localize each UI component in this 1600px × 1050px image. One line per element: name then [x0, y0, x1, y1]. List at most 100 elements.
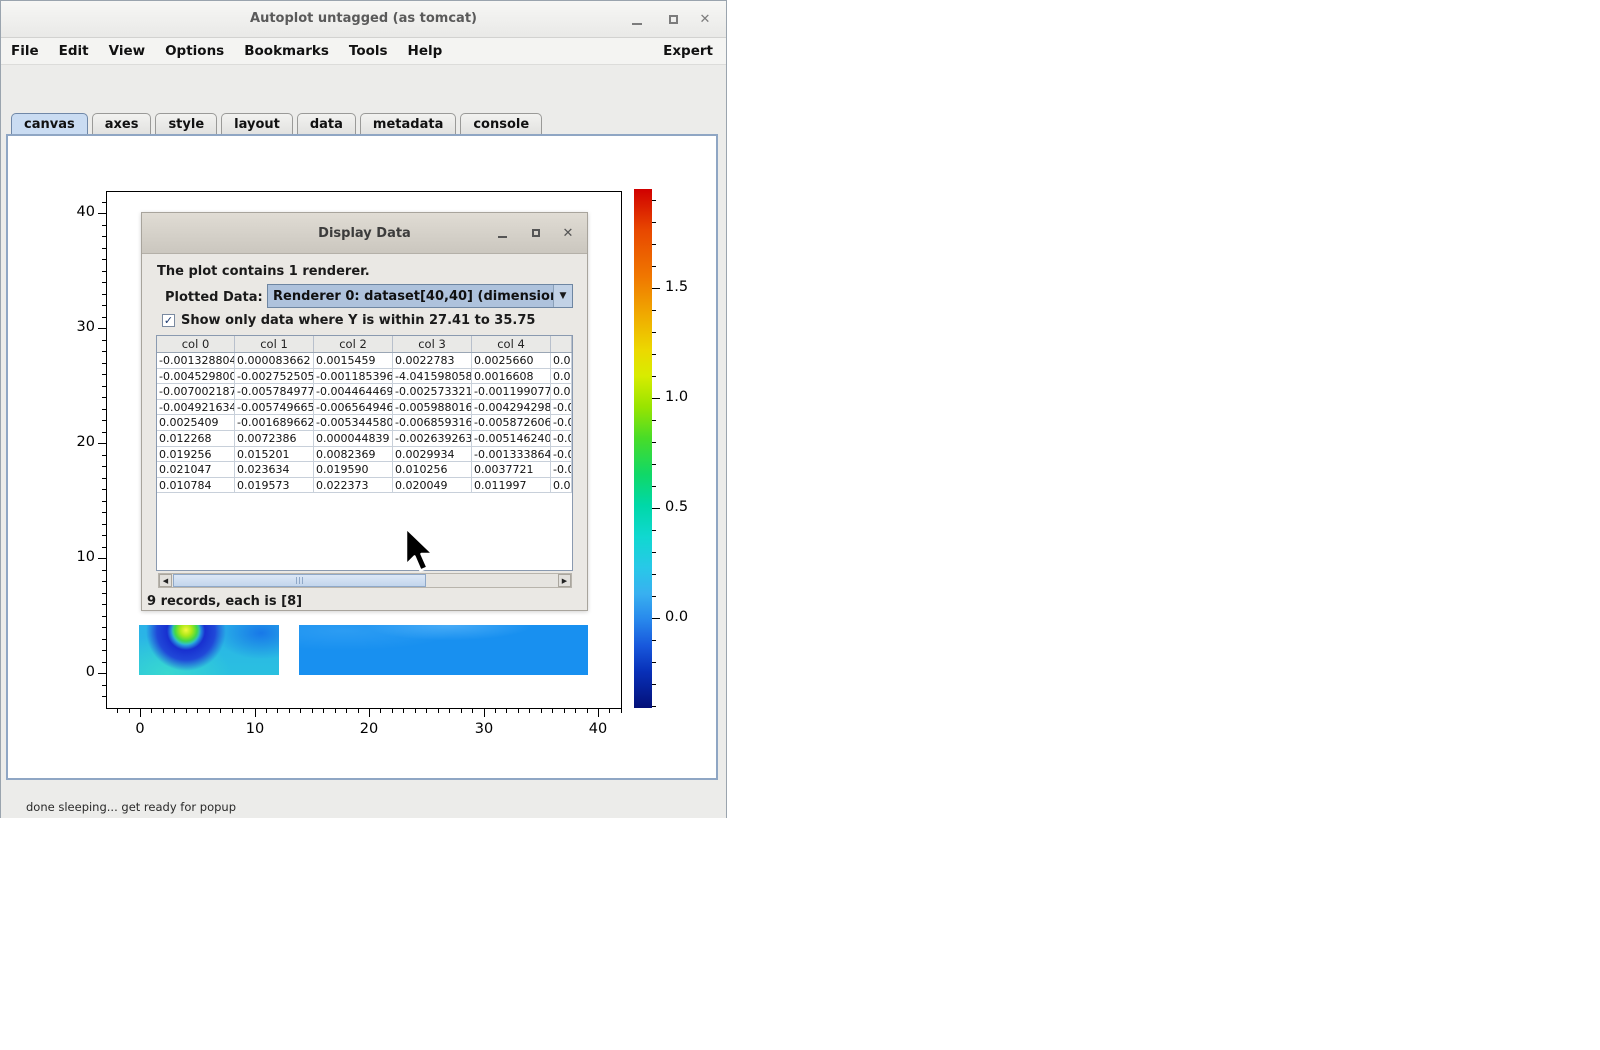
table-row[interactable]: 0.0210470.0236340.0195900.0102560.003772… [157, 462, 572, 478]
table-cell[interactable]: -0.005749665... [235, 400, 314, 415]
table-cell[interactable]: 0.022373 [314, 478, 393, 493]
table-row[interactable]: 0.0107840.0195730.0223730.0200490.011997… [157, 478, 572, 494]
table-cell[interactable]: -0.001333864... [472, 447, 551, 462]
dialog-minimize-button[interactable] [492, 224, 512, 242]
table-cell[interactable]: 0.00 [551, 384, 572, 399]
menu-bookmarks[interactable]: Bookmarks [234, 43, 339, 59]
table-cell[interactable]: -0.004529800... [157, 369, 235, 384]
table-header-cell[interactable]: col 0 [157, 336, 235, 352]
table-cell[interactable]: -0.002639263... [393, 431, 472, 446]
table-cell[interactable]: 0.023634 [235, 462, 314, 477]
tab-canvas[interactable]: canvas [11, 113, 88, 134]
combobox-arrow-button[interactable]: ▼ [553, 285, 572, 307]
table-row[interactable]: -0.001328804...0.0000836620.00154590.002… [157, 353, 572, 369]
table-cell[interactable]: -0.007002187... [157, 384, 235, 399]
table-cell[interactable]: 0.010784 [157, 478, 235, 493]
table-cell[interactable]: 0.0015459 [314, 353, 393, 368]
menu-file[interactable]: File [1, 43, 49, 59]
table-cell[interactable]: -0.005146240... [472, 431, 551, 446]
menu-edit[interactable]: Edit [49, 43, 99, 59]
table-header-cell[interactable]: col 3 [393, 336, 472, 352]
table-cell[interactable]: -0.006564946... [314, 400, 393, 415]
colorbar[interactable] [634, 189, 652, 708]
table-cell[interactable]: 0.000044839 [314, 431, 393, 446]
table-cell[interactable]: -0.0 [551, 415, 572, 430]
table-cell[interactable]: 0.000083662 [235, 353, 314, 368]
table-header-cell[interactable]: col 4 [472, 336, 551, 352]
menu-expert[interactable]: Expert [650, 43, 726, 59]
table-cell[interactable]: 0.019256 [157, 447, 235, 462]
scrollbar-left-button[interactable]: ◀ [159, 574, 172, 587]
tab-layout[interactable]: layout [221, 113, 293, 134]
table-cell[interactable]: 0.00 [551, 478, 572, 493]
plotted-data-combobox[interactable]: Renderer 0: dataset[40,40] (dimension...… [267, 284, 573, 308]
heatmap-strip-right[interactable] [299, 625, 588, 675]
menu-view[interactable]: View [99, 43, 155, 59]
table-cell[interactable]: 0.0037721 [472, 462, 551, 477]
table-cell[interactable]: -0.002573321... [393, 384, 472, 399]
table-row[interactable]: 0.0025409-0.001689662...-0.005344580...-… [157, 415, 572, 431]
scrollbar-right-button[interactable]: ▶ [558, 574, 571, 587]
table-cell[interactable]: 0.010256 [393, 462, 472, 477]
scrollbar-thumb[interactable] [173, 574, 426, 587]
table-cell[interactable]: -0.005872606... [472, 415, 551, 430]
filter-checkbox[interactable]: ✓ [162, 314, 175, 327]
table-header-cell[interactable]: col 2 [314, 336, 393, 352]
table-cell[interactable]: 0.00 [551, 369, 572, 384]
data-table[interactable]: col 0col 1col 2col 3col 4 -0.001328804..… [156, 335, 573, 571]
table-row[interactable]: 0.0122680.00723860.000044839-0.002639263… [157, 431, 572, 447]
tab-metadata[interactable]: metadata [360, 113, 456, 134]
dialog-close-button[interactable]: ✕ [558, 224, 578, 242]
menu-options[interactable]: Options [155, 43, 234, 59]
table-cell[interactable]: 0.0016608 [472, 369, 551, 384]
table-cell[interactable]: -0.0 [551, 400, 572, 415]
window-maximize-button[interactable] [662, 10, 684, 29]
table-cell[interactable]: -0.0 [551, 462, 572, 477]
tab-data[interactable]: data [297, 113, 356, 134]
table-cell[interactable]: -0.005988016... [393, 400, 472, 415]
table-cell[interactable]: -0.004921634... [157, 400, 235, 415]
table-cell[interactable]: -0.006859316... [393, 415, 472, 430]
table-cell[interactable]: 0.00 [551, 353, 572, 368]
table-cell[interactable]: 0.0082369 [314, 447, 393, 462]
table-cell[interactable]: -0.004294298... [472, 400, 551, 415]
table-cell[interactable]: 0.015201 [235, 447, 314, 462]
tab-axes[interactable]: axes [92, 113, 152, 134]
table-cell[interactable]: 0.0025660 [472, 353, 551, 368]
table-cell[interactable]: 0.0072386 [235, 431, 314, 446]
tab-console[interactable]: console [460, 113, 542, 134]
dialog-maximize-button[interactable] [526, 224, 546, 242]
menu-help[interactable]: Help [398, 43, 453, 59]
table-cell[interactable]: -0.001328804... [157, 353, 235, 368]
table-cell[interactable]: 0.011997 [472, 478, 551, 493]
dialog-titlebar[interactable]: Display Data ✕ [142, 213, 587, 254]
table-header-cell[interactable] [551, 336, 572, 352]
table-cell[interactable]: -0.0 [551, 447, 572, 462]
tab-style[interactable]: style [155, 113, 217, 134]
table-cell[interactable]: 0.0025409 [157, 415, 235, 430]
window-close-button[interactable]: ✕ [694, 10, 716, 29]
table-header-cell[interactable]: col 1 [235, 336, 314, 352]
table-cell[interactable]: 0.012268 [157, 431, 235, 446]
heatmap-strip-left[interactable] [139, 625, 279, 675]
table-horizontal-scrollbar[interactable]: ◀ ▶ [158, 573, 572, 588]
table-cell[interactable]: 0.0022783 [393, 353, 472, 368]
table-cell[interactable]: 0.021047 [157, 462, 235, 477]
table-cell[interactable]: -0.005344580... [314, 415, 393, 430]
table-cell[interactable]: -0.001199077... [472, 384, 551, 399]
table-row[interactable]: -0.004529800...-0.002752505...-0.0011853… [157, 369, 572, 385]
table-row[interactable]: -0.004921634...-0.005749665...-0.0065649… [157, 400, 572, 416]
table-cell[interactable]: -4.041598058... [393, 369, 472, 384]
table-cell[interactable]: 0.0029934 [393, 447, 472, 462]
table-cell[interactable]: -0.0 [551, 431, 572, 446]
table-row[interactable]: -0.007002187...-0.005784977...-0.0044644… [157, 384, 572, 400]
table-cell[interactable]: -0.005784977... [235, 384, 314, 399]
menu-tools[interactable]: Tools [339, 43, 398, 59]
table-cell[interactable]: 0.019590 [314, 462, 393, 477]
table-cell[interactable]: 0.019573 [235, 478, 314, 493]
table-row[interactable]: 0.0192560.0152010.00823690.0029934-0.001… [157, 447, 572, 463]
table-cell[interactable]: 0.020049 [393, 478, 472, 493]
table-cell[interactable]: -0.002752505... [235, 369, 314, 384]
table-cell[interactable]: -0.004464469... [314, 384, 393, 399]
window-titlebar[interactable]: Autoplot untagged (as tomcat) ✕ [1, 1, 726, 38]
